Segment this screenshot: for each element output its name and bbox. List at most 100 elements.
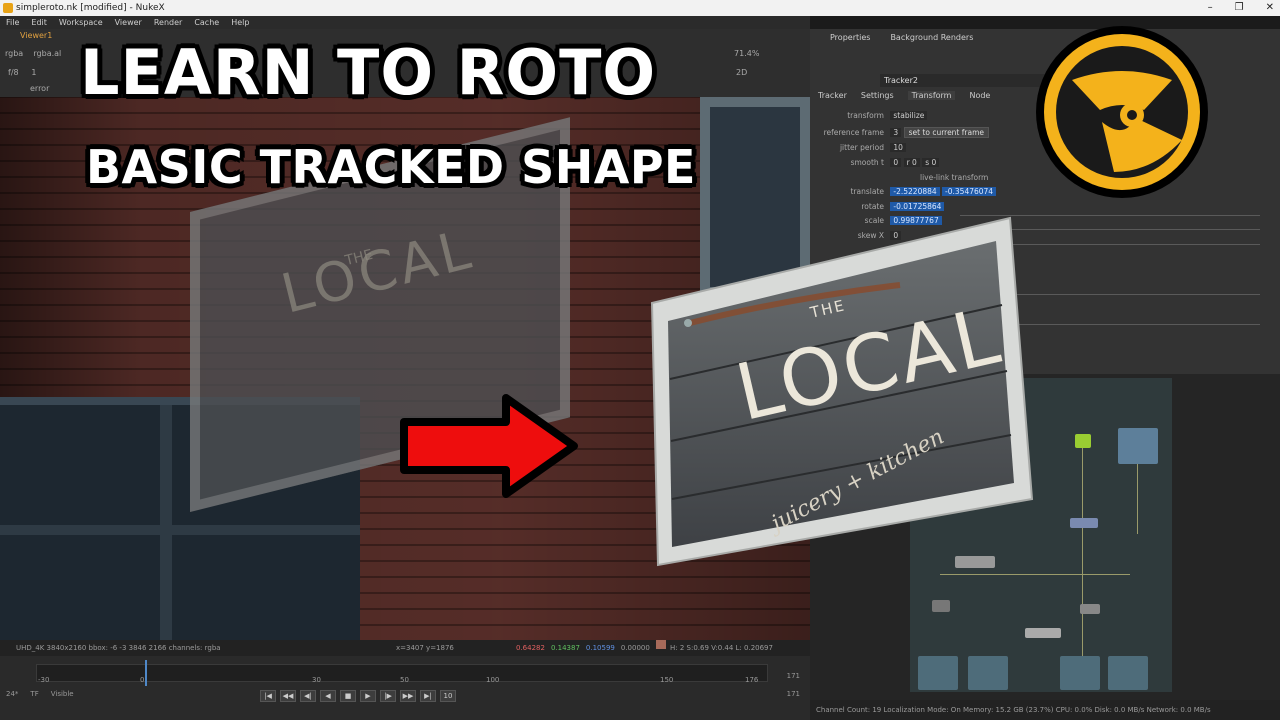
translate-y-input[interactable]: -0.35476074	[942, 187, 997, 196]
tab-background-renders[interactable]: Background Renders	[890, 33, 973, 42]
arrow-right-icon	[400, 394, 578, 498]
play-back-button[interactable]: ◀	[320, 690, 336, 702]
maximize-button[interactable]: ❐	[1235, 0, 1244, 16]
fstop-value[interactable]: f/8	[8, 68, 19, 77]
tick-label: 30	[312, 676, 321, 684]
viewer-node[interactable]	[1108, 656, 1148, 690]
window-controls: – ❐ ✕	[1208, 0, 1274, 16]
tf-select[interactable]: TF	[30, 690, 38, 698]
menu-help[interactable]: Help	[231, 16, 249, 29]
smooth-s-input[interactable]: s 0	[922, 158, 940, 167]
live-link-label: live-link transform	[920, 173, 989, 182]
viewer-node[interactable]	[1060, 656, 1100, 690]
translate-label: translate	[850, 187, 884, 196]
smooth-label: smooth t	[850, 158, 884, 167]
smooth-r-input[interactable]: r 0	[903, 158, 920, 167]
window-title-bar: simpleroto.nk [modified] - NukeX – ❐ ✕	[0, 0, 1280, 16]
thumbnail-node[interactable]	[1118, 428, 1158, 464]
green-value: 0.14387	[550, 644, 580, 652]
jitter-period-label: jitter period	[839, 143, 884, 152]
red-value: 0.64282	[516, 644, 545, 652]
minimize-button[interactable]: –	[1208, 0, 1213, 16]
channel-rgba[interactable]: rgba	[5, 49, 23, 58]
smooth-row: smooth t 0 r 0 s 0	[818, 158, 940, 167]
menu-cache[interactable]: Cache	[194, 16, 219, 29]
fstop-control[interactable]: f/8 1	[8, 68, 36, 77]
tick-label: 150	[660, 676, 674, 684]
translate-x-input[interactable]: -2.5220884	[890, 187, 940, 196]
next-key-button[interactable]: ▶▶	[400, 690, 416, 702]
set-current-frame-button[interactable]: set to current frame	[903, 127, 990, 138]
step-back-button[interactable]: ◀|	[300, 690, 316, 702]
last-frame-button[interactable]: ▶|	[420, 690, 436, 702]
tab-viewer1[interactable]: Viewer1	[20, 31, 52, 40]
nuke-logo-icon	[1036, 26, 1208, 198]
tick-label: 176	[745, 676, 759, 684]
viewer-error-input[interactable]: error	[30, 84, 49, 93]
viewer-info-bar: UHD_4K 3840x2160 bbox: -6 -3 3846 2166 c…	[0, 640, 810, 656]
color-swatch	[655, 640, 666, 649]
tab-tracker[interactable]: Tracker	[818, 91, 847, 100]
channel-select[interactable]: rgba rgba.al	[5, 49, 61, 58]
menu-edit[interactable]: Edit	[31, 16, 47, 29]
reference-frame-label: reference frame	[823, 128, 884, 137]
transform-label: transform	[847, 111, 884, 120]
prev-key-button[interactable]: ◀◀	[280, 690, 296, 702]
blue-value: 0.10599	[585, 644, 615, 652]
menu-file[interactable]: File	[6, 16, 19, 29]
frame-value[interactable]: 1	[31, 68, 36, 77]
visible-select[interactable]: Visible	[51, 690, 74, 698]
fps-select[interactable]: 24*	[6, 690, 18, 698]
pixel-values: 0.64282 0.14387 0.10599 0.00000	[516, 640, 666, 656]
tab-settings[interactable]: Settings	[861, 91, 894, 100]
cursor-coords: x=3407 y=1876	[396, 644, 454, 652]
jitter-period-input[interactable]: 10	[890, 143, 906, 152]
tab-transform[interactable]: Transform	[907, 91, 956, 100]
menu-bar: File Edit Workspace Viewer Render Cache …	[0, 16, 810, 29]
smooth-t-input[interactable]: 0	[890, 158, 902, 167]
viewer-mode[interactable]: 2D	[736, 68, 747, 77]
channel-alpha[interactable]: rgba.al	[33, 49, 61, 58]
hsv-values: H: 2 S:0.69 V:0.44 L: 0.20697	[670, 644, 773, 652]
reference-frame-input[interactable]: 3	[890, 128, 902, 137]
viewer-node[interactable]	[968, 656, 1008, 690]
playback-settings: 24* TF Visible	[6, 690, 74, 698]
tick-label: 100	[486, 676, 500, 684]
format-info: UHD_4K 3840x2160 bbox: -6 -3 3846 2166 c…	[16, 644, 221, 652]
tick-label: 0	[140, 676, 145, 684]
window-title: simpleroto.nk [modified] - NukeX	[16, 3, 165, 13]
step-forward-button[interactable]: |▶	[380, 690, 396, 702]
menu-workspace[interactable]: Workspace	[59, 16, 103, 29]
menu-render[interactable]: Render	[154, 16, 182, 29]
transform-node[interactable]	[1070, 518, 1098, 528]
tick-label: -30	[38, 676, 50, 684]
nuke-app-icon	[3, 3, 13, 13]
headline-subtitle: BASIC TRACKED SHAPE	[86, 140, 696, 194]
transform-select[interactable]: stabilize	[890, 111, 928, 120]
headline-title: LEARN TO ROTO	[80, 36, 657, 109]
end-frame-field[interactable]: 171	[787, 690, 800, 698]
end-frame[interactable]: 171	[787, 672, 800, 680]
playhead[interactable]	[145, 660, 147, 686]
stop-button[interactable]: ■	[340, 690, 356, 702]
play-button[interactable]: ▶	[360, 690, 376, 702]
first-frame-button[interactable]: |◀	[260, 690, 276, 702]
close-button[interactable]: ✕	[1266, 0, 1274, 16]
tab-properties[interactable]: Properties	[830, 33, 870, 42]
tracker-node[interactable]	[1025, 628, 1061, 638]
read-node[interactable]	[1075, 434, 1091, 448]
reference-frame-row: reference frame 3 set to current frame	[818, 127, 990, 138]
translate-row: translate -2.5220884 -0.35476074	[818, 187, 997, 196]
node-subtabs: Tracker Settings Transform Node	[818, 91, 990, 100]
tab-node[interactable]: Node	[969, 91, 990, 100]
node-name-field[interactable]: Tracker2	[880, 74, 1050, 87]
jitter-period-row: jitter period 10	[818, 143, 906, 152]
merge-node[interactable]	[1080, 604, 1100, 614]
viewer-node[interactable]	[918, 656, 958, 690]
increment-value[interactable]: 10	[440, 690, 456, 702]
alpha-value: 0.00000	[620, 644, 650, 652]
menu-viewer[interactable]: Viewer	[115, 16, 142, 29]
live-link-toggle[interactable]: live-link transform	[920, 173, 988, 182]
transform-row: transform stabilize	[818, 111, 928, 120]
zoom-level[interactable]: 71.4%	[734, 49, 759, 58]
